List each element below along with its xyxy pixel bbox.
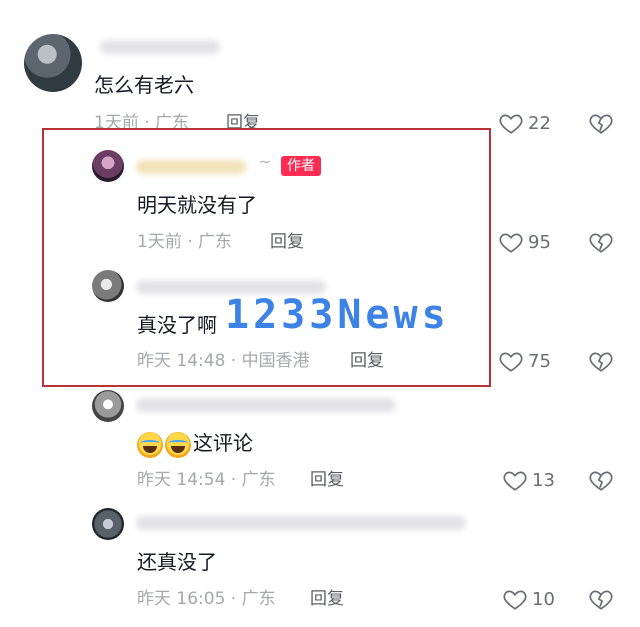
comment-text: 还真没了 [137,550,217,574]
reply-button[interactable]: 回复 [310,588,344,610]
avatar[interactable] [92,150,124,182]
like-button[interactable]: 95 [498,229,551,255]
like-count: 75 [528,350,551,372]
watermark: 1233News [225,292,450,338]
heart-icon [499,114,523,134]
username-blurred[interactable] [100,40,220,54]
heart-icon [499,352,523,372]
comment-text: 明天就没有了 [137,193,257,217]
username-tilde: ~ [258,152,272,171]
comment-text: 这评论 [137,430,253,458]
avatar[interactable] [92,270,124,302]
heart-icon [503,471,527,491]
dislike-icon[interactable] [588,229,614,255]
reply-button[interactable]: 回复 [226,112,260,134]
comment-meta: 昨天 14:54 · 广东 [137,470,276,490]
reply-button[interactable]: 回复 [350,350,384,372]
comment-meta: 昨天 14:48 · 中国香港 [137,351,310,371]
comment-meta: 1天前 · 广东 [94,113,190,133]
like-count: 13 [532,469,555,491]
like-button[interactable]: 13 [502,467,555,493]
heart-icon [503,590,527,610]
like-count: 95 [528,231,551,253]
reply-button[interactable]: 回复 [270,231,304,253]
comment-text: 怎么有老六 [94,73,194,97]
like-count: 22 [528,112,551,134]
comment-meta: 昨天 16:05 · 广东 [137,589,276,609]
avatar[interactable] [92,508,124,540]
comment-text-body: 这评论 [193,431,253,455]
dislike-icon[interactable] [588,467,614,493]
username-blurred[interactable] [136,160,246,174]
dislike-icon[interactable] [588,110,614,136]
author-badge: 作者 [281,156,321,176]
reply-button[interactable]: 回复 [310,469,344,491]
comment-text: 真没了啊 [137,313,217,337]
avatar[interactable] [92,390,124,422]
avatar[interactable] [24,34,82,92]
heart-icon [499,233,523,253]
username-blurred[interactable] [136,398,396,412]
dislike-icon[interactable] [588,348,614,374]
username-blurred[interactable] [136,516,466,530]
like-button[interactable]: 75 [498,348,551,374]
comment-meta: 1天前 · 广东 [137,232,233,252]
like-count: 10 [532,588,555,610]
like-button[interactable]: 22 [498,110,551,136]
dislike-icon[interactable] [588,586,614,612]
laugh-cry-emoji [137,431,163,458]
laugh-cry-emoji [165,431,191,458]
like-button[interactable]: 10 [502,586,555,612]
